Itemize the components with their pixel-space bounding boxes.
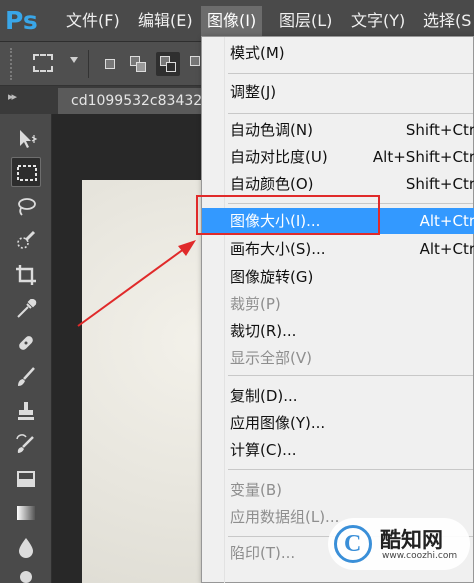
menu-item-crop: 裁剪(P) [202, 291, 474, 317]
menu-image[interactable]: 图像(I) [201, 6, 263, 36]
menu-item-label: 自动色调(N) [230, 121, 313, 139]
menu-item-label: 变量(B) [230, 481, 282, 499]
menu-separator [228, 469, 473, 470]
site-name: 酷知网 [380, 528, 443, 552]
quick-selection-tool-icon[interactable] [11, 226, 41, 256]
menu-item-label: 自动对比度(U) [230, 148, 328, 166]
menu-item-shortcut: Alt+Ctr [419, 240, 474, 258]
menu-item-label: 应用图像(Y)... [230, 414, 326, 432]
menu-item-apply-image[interactable]: 应用图像(Y)... [202, 410, 474, 436]
blur-tool-icon[interactable] [11, 532, 41, 562]
healing-brush-tool-icon[interactable] [11, 328, 41, 358]
image-menu-dropdown: 模式(M) 调整(J) 自动色调(N) Shift+Ctr 自动对比度(U) A… [201, 36, 474, 583]
clone-stamp-tool-icon[interactable] [11, 396, 41, 426]
menu-type[interactable]: 文字(Y) [345, 6, 411, 36]
menu-item-mode[interactable]: 模式(M) [202, 40, 474, 66]
site-logo-icon: C [334, 525, 372, 563]
menu-file[interactable]: 文件(F) [60, 6, 126, 36]
photoshop-logo: Ps [5, 6, 38, 35]
menu-item-label: 模式(M) [230, 44, 285, 62]
menu-item-label: 裁切(R)... [230, 322, 297, 340]
menu-item-label: 裁剪(P) [230, 295, 281, 313]
rectangular-marquee-tool-icon[interactable] [11, 157, 41, 187]
document-tab[interactable]: cd1099532c83432 [58, 88, 218, 114]
lasso-tool-icon[interactable] [11, 192, 41, 222]
menu-item-label: 自动颜色(O) [230, 175, 314, 193]
divider [88, 50, 89, 78]
menu-item-reveal-all: 显示全部(V) [202, 345, 474, 371]
menu-item-trim[interactable]: 裁切(R)... [202, 318, 474, 344]
menu-item-adjustments[interactable]: 调整(J) [202, 79, 474, 105]
rectangular-marquee-preset-icon[interactable] [33, 54, 53, 72]
history-brush-tool-icon[interactable] [11, 430, 41, 460]
new-selection-button[interactable] [98, 52, 122, 76]
dodge-tool-icon[interactable] [11, 564, 41, 583]
menu-item-variables: 变量(B) [202, 477, 474, 503]
options-bar-grip[interactable] [10, 48, 16, 80]
gradient-tool-icon[interactable] [11, 498, 41, 528]
eraser-tool-icon[interactable] [11, 464, 41, 494]
menu-item-auto-tone[interactable]: 自动色调(N) Shift+Ctr [202, 117, 474, 143]
menu-item-auto-contrast[interactable]: 自动对比度(U) Alt+Shift+Ctr [202, 144, 474, 170]
subtract-from-selection-button[interactable] [156, 52, 180, 76]
menu-item-label: 计算(C)... [230, 441, 297, 459]
site-watermark: C 酷知网 www.coozhi.com [328, 518, 470, 570]
menu-item-canvas-size[interactable]: 画布大小(S)... Alt+Ctr [202, 236, 474, 262]
menu-edit[interactable]: 编辑(E) [132, 6, 199, 36]
menu-item-label: 调整(J) [230, 83, 277, 101]
double-chevron-right-icon[interactable]: ▸▸ [8, 90, 17, 103]
move-tool-icon[interactable] [11, 124, 41, 154]
site-url: www.coozhi.com [382, 551, 458, 561]
menu-item-label: 陷印(T)... [230, 544, 296, 562]
brush-tool-icon[interactable] [11, 362, 41, 392]
menu-item-shortcut: Alt+Ctr [419, 212, 474, 230]
menu-item-shortcut: Alt+Shift+Ctr [372, 148, 474, 166]
menu-item-shortcut: Shift+Ctr [405, 175, 474, 193]
red-arrow-icon [77, 240, 196, 327]
menu-item-calculations[interactable]: 计算(C)... [202, 437, 474, 463]
menu-select[interactable]: 选择(S [417, 6, 474, 36]
menu-item-label: 显示全部(V) [230, 349, 312, 367]
add-to-selection-button[interactable] [126, 52, 150, 76]
crop-tool-icon[interactable] [11, 260, 41, 290]
menu-separator [228, 73, 473, 74]
highlight-annotation-box [196, 195, 380, 235]
menu-item-label: 画布大小(S)... [230, 240, 326, 258]
menu-item-duplicate[interactable]: 复制(D)... [202, 383, 474, 409]
menu-item-auto-color[interactable]: 自动颜色(O) Shift+Ctr [202, 171, 474, 197]
eyedropper-tool-icon[interactable] [11, 294, 41, 324]
menu-separator [228, 113, 473, 114]
menu-layer[interactable]: 图层(L) [273, 6, 338, 36]
tools-panel [0, 114, 52, 583]
menu-separator [228, 375, 473, 376]
menu-item-label: 应用数据组(L)... [230, 508, 340, 526]
chevron-down-icon[interactable] [70, 57, 78, 63]
menu-item-image-rotation[interactable]: 图像旋转(G) [202, 264, 474, 290]
menu-item-label: 复制(D)... [230, 387, 298, 405]
menu-item-label: 图像旋转(G) [230, 268, 314, 286]
menu-item-shortcut: Shift+Ctr [405, 121, 474, 139]
